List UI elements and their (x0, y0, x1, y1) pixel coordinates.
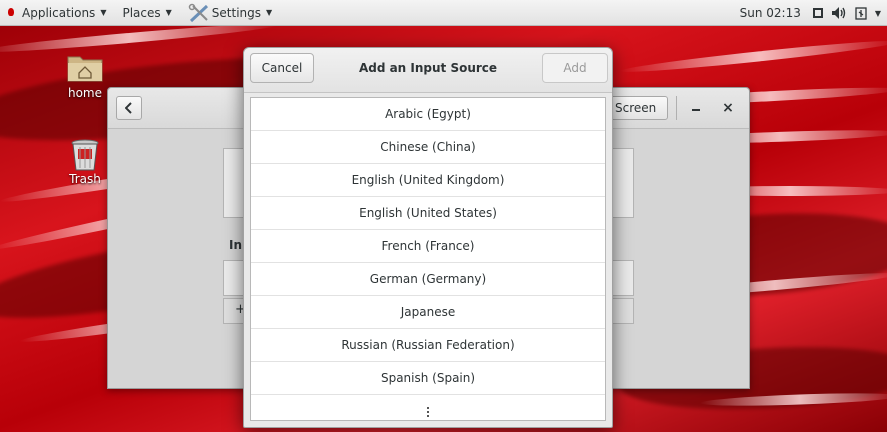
desktop-trash-label: Trash (69, 172, 101, 186)
chevron-down-icon: ▼ (266, 8, 273, 17)
language-label: Russian (Russian Federation) (341, 338, 515, 352)
close-icon: × (722, 100, 734, 116)
places-menu[interactable]: Places ▼ (122, 6, 171, 20)
close-button[interactable]: × (718, 98, 738, 118)
language-label: Chinese (China) (380, 140, 476, 154)
list-item[interactable]: Russian (Russian Federation) (251, 329, 605, 362)
screen-button-label: Screen (615, 101, 657, 115)
minimize-button[interactable] (686, 98, 706, 118)
keyboard-layout-toolbar[interactable] (612, 298, 634, 324)
dialog-header: Cancel Add an Input Source Add (244, 48, 612, 93)
input-sources-section-label: In (229, 238, 243, 252)
places-label: Places (122, 5, 161, 20)
language-label: Arabic (Egypt) (385, 107, 471, 121)
list-item[interactable]: English (United States) (251, 197, 605, 230)
list-item[interactable]: Spanish (Spain) (251, 362, 605, 395)
top-bar: Applications ▼ Places ▼ Settings ▼ Sun 0… (0, 0, 887, 26)
applications-label: Applications (22, 5, 96, 20)
distro-logo-icon (6, 7, 16, 18)
list-item[interactable]: Japanese (251, 296, 605, 329)
language-label: Japanese (400, 305, 456, 319)
settings-menu[interactable]: Settings ▼ (188, 3, 272, 23)
screen-button[interactable]: Screen (604, 96, 668, 120)
add-input-source-dialog: Cancel Add an Input Source Add Arabic (E… (243, 47, 613, 428)
list-item[interactable]: English (United Kingdom) (251, 164, 605, 197)
language-label: French (France) (381, 239, 475, 253)
settings-panel-top-right (612, 148, 634, 218)
add-input-source-toolbar[interactable]: + (223, 298, 246, 324)
settings-panel-top (223, 148, 245, 218)
settings-label: Settings (211, 5, 261, 20)
clock[interactable]: Sun 02:13 (740, 6, 801, 20)
more-options-row[interactable] (251, 395, 605, 420)
status-area: Sun 02:13 ▼ (740, 0, 881, 26)
chevron-down-icon: ▼ (100, 8, 107, 17)
list-item[interactable]: German (Germany) (251, 263, 605, 296)
power-icon[interactable] (855, 5, 867, 21)
settings-tools-icon (188, 3, 210, 23)
language-label: Spanish (Spain) (380, 371, 476, 385)
list-item[interactable]: French (France) (251, 230, 605, 263)
volume-icon[interactable] (831, 5, 847, 21)
input-sources-list (223, 260, 245, 296)
chevron-left-icon (125, 102, 132, 114)
language-list[interactable]: Arabic (Egypt) Chinese (China) English (… (250, 97, 606, 421)
minimize-icon (692, 109, 700, 111)
applications-menu[interactable]: Applications ▼ (6, 6, 106, 20)
display-icon[interactable] (812, 5, 823, 21)
desktop-home-label: home (67, 86, 103, 100)
chevron-down-icon: ▼ (165, 8, 172, 17)
language-label: German (Germany) (369, 272, 487, 286)
back-button[interactable] (116, 96, 142, 120)
header-separator (676, 96, 677, 120)
input-sources-list-right (612, 260, 634, 296)
list-item[interactable]: Chinese (China) (251, 131, 605, 164)
language-label: English (United Kingdom) (351, 173, 505, 187)
chevron-down-icon[interactable]: ▼ (875, 5, 881, 21)
list-item[interactable]: Arabic (Egypt) (251, 98, 605, 131)
add-button-label: Add (563, 61, 587, 75)
more-options-icon (427, 406, 429, 417)
home-folder-icon (67, 52, 103, 82)
trash-icon (67, 138, 103, 171)
add-button[interactable]: Add (542, 53, 608, 83)
language-label: English (United States) (359, 206, 497, 220)
